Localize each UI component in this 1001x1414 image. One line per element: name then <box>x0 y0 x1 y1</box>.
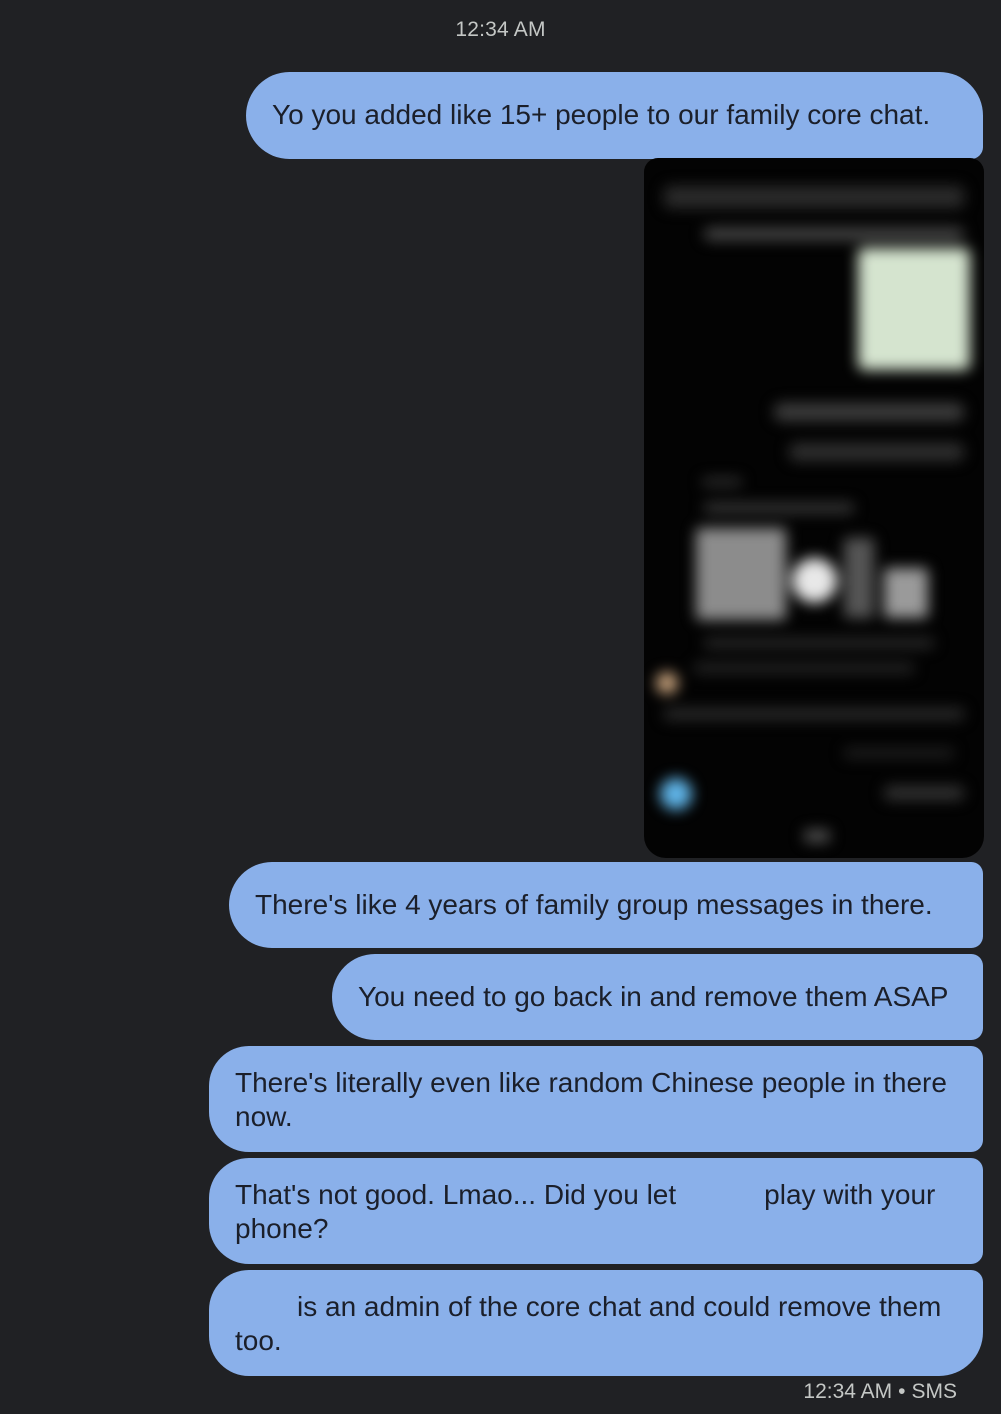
message-bubble[interactable]: That's not good. Lmao... Did you let play… <box>209 1158 983 1264</box>
message-text: There's like 4 years of family group mes… <box>255 889 933 920</box>
status-time: 12:34 AM <box>803 1380 893 1403</box>
status-separator: • <box>898 1380 906 1403</box>
message-bubble[interactable]: Yo you added like 15+ people to our fami… <box>246 72 983 159</box>
message-text-after: is an admin of the core chat and could r… <box>235 1291 942 1356</box>
message-status: 12:34 AM • SMS <box>803 1380 957 1404</box>
message-bubble[interactable]: There's literally even like random Chine… <box>209 1046 983 1152</box>
blurred-screenshot-icon <box>644 158 984 858</box>
timestamp-header: 12:34 AM <box>455 18 546 41</box>
message-text: You need to go back in and remove them A… <box>358 981 949 1012</box>
message-bubble[interactable]: There's like 4 years of family group mes… <box>229 862 983 948</box>
message-bubble[interactable]: You need to go back in and remove them A… <box>332 954 983 1040</box>
conversation-screen: 12:34 AM Yo you added like 15+ people to… <box>0 0 1001 1414</box>
message-text: Yo you added like 15+ people to our fami… <box>272 99 931 130</box>
image-attachment[interactable] <box>644 158 984 858</box>
message-bubble[interactable]: is an admin of the core chat and could r… <box>209 1270 983 1376</box>
message-text-before: That's not good. Lmao... Did you let <box>235 1179 677 1210</box>
status-channel: SMS <box>911 1380 957 1403</box>
message-text: There's literally even like random Chine… <box>235 1067 947 1132</box>
